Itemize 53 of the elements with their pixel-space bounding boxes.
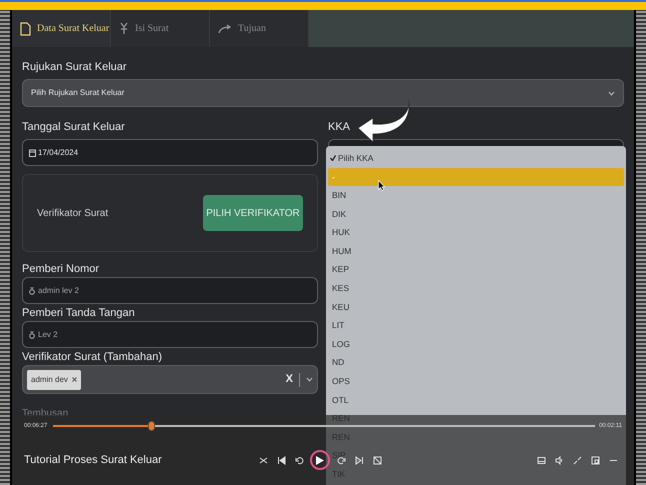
field-label: Rujukan Surat Keluar [22,60,128,75]
dropdown-option[interactable]: LIT [328,316,624,335]
input-field[interactable]: admin lev 2 [22,277,318,304]
calendar-icon [29,148,36,156]
tab[interactable]: Isi Surat [111,10,210,47]
date-field[interactable]: 17/04/2024 [22,139,318,166]
select-field[interactable]: Pilih Rujukan Surat Keluar [22,79,624,107]
file-icon [20,22,31,36]
dropdown-option[interactable]: HUK [328,223,624,242]
dropdown-option[interactable]: LOG [328,334,624,354]
dropdown-option[interactable]: OTL [328,390,624,410]
dropdown-option[interactable]: OPS [328,372,624,391]
person-icon [29,330,35,338]
dropdown-option[interactable]: ND [328,354,624,372]
field-label: Verifikator Surat (Tambahan) [22,350,164,365]
verifier-label: Verifikator Surat [37,206,108,220]
play-icon [316,456,324,464]
multi-select-field[interactable]: admin dev X [22,365,318,394]
volume-icon[interactable] [554,456,564,464]
skip-forward-icon[interactable] [354,456,364,464]
clear-button[interactable]: X [286,371,293,388]
pilih-verifikator-button[interactable]: PILIH VERIFIKATOR [203,195,303,231]
dropdown-option[interactable]: KEP [328,260,624,280]
picture-in-picture-icon[interactable] [590,456,600,464]
chevron-down-icon [608,90,615,96]
tab[interactable]: Data Surat Keluar [12,10,111,47]
play-button[interactable] [310,450,330,470]
video-title: Tutorial Proses Surat Keluar [24,452,163,468]
selected-tag[interactable]: admin dev [27,370,81,390]
select-placeholder: Pilih Rujukan Surat Keluar [31,87,124,99]
field-label: Pemberi Tanda Tangan [22,306,136,321]
person-icon [29,286,35,294]
input-field[interactable]: Lev 2 [22,321,318,348]
checkmark-icon [330,155,336,162]
rewind-icon[interactable] [294,456,304,464]
skip-back-icon[interactable] [276,456,286,464]
mouse-cursor-icon [378,180,385,191]
field-label: Tanggal Surat Keluar [22,120,126,135]
chevron-down-icon [306,377,313,382]
dropdown-option[interactable]: DIK [328,204,624,224]
dropdown-option[interactable]: HUM [328,242,624,261]
caption-icon[interactable] [536,456,546,464]
field-label: Tembusan [22,407,70,420]
field-label: KKA [328,120,352,135]
dropdown-option[interactable]: BIN [328,186,624,205]
seek-thumb[interactable] [148,421,155,431]
field-label: Pemberi Nomor [22,262,100,277]
tab[interactable]: Tujuan [210,10,309,47]
curved-arrow-icon [218,24,232,34]
remove-icon [72,377,77,382]
dropdown-option[interactable]: KEU [328,298,624,316]
dropdown-option[interactable]: Pilih KKA [328,149,624,168]
dropdown-option[interactable]: KES [328,279,624,298]
